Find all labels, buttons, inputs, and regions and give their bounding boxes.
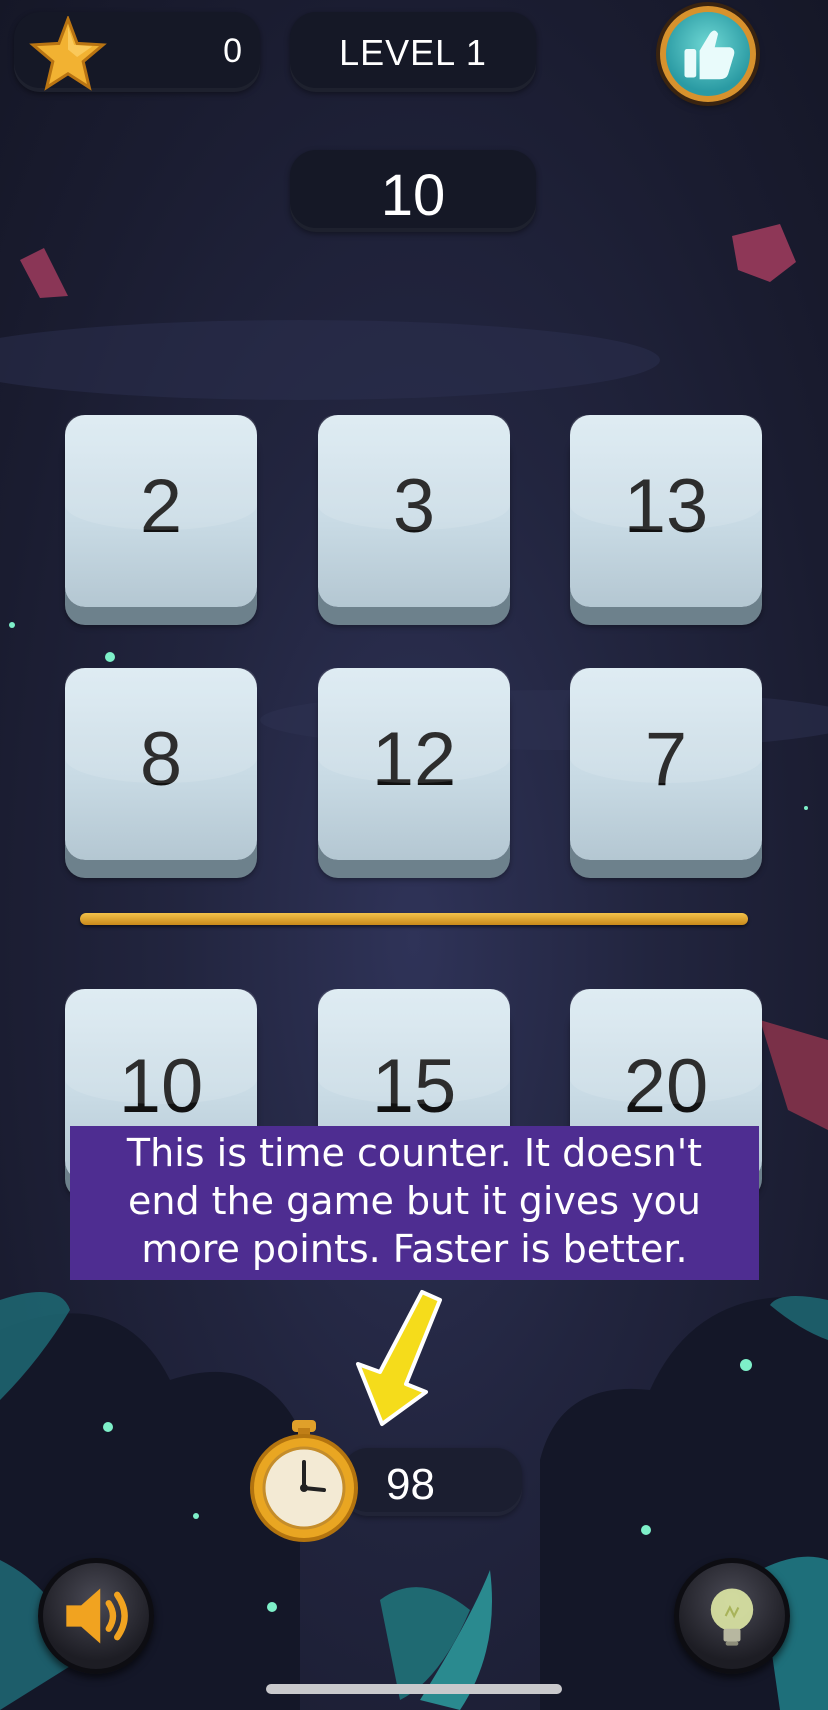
tile-number: 8 [139,717,183,802]
hint-line: end the game but it gives you [128,1179,701,1223]
target-value: 10 [380,163,446,228]
hint-line: This is time counter. It doesn't [126,1131,703,1175]
number-tile[interactable]: 2 [65,415,257,607]
number-tile[interactable]: 13 [570,415,762,607]
target-panel: 10 [290,150,536,232]
level-label: LEVEL 1 [339,32,487,73]
tile-number: 10 [118,1044,204,1129]
tile-number: 12 [371,717,457,802]
home-indicator [266,1684,562,1694]
tutorial-hint: This is time counter. It doesn't end the… [70,1126,759,1280]
speaker-icon [66,1588,128,1644]
score-value: 0 [223,32,242,70]
like-button[interactable] [660,6,756,102]
tile-number: 15 [371,1044,457,1129]
lightbulb-icon [710,1588,754,1646]
thumbs-up-icon [684,30,735,80]
tile-number: 2 [139,464,183,549]
sound-button[interactable] [38,1558,154,1674]
number-tile[interactable]: 3 [318,415,510,607]
tile-number: 7 [644,717,688,802]
star-icon [29,16,107,91]
number-tile[interactable]: 7 [570,668,762,860]
number-tile[interactable]: 12 [318,668,510,860]
tile-number: 20 [623,1044,709,1129]
pointer-arrow-icon [356,1290,442,1426]
tile-number: 3 [392,464,436,549]
stopwatch-icon [250,1420,358,1542]
divider-bar [80,913,748,925]
timer-value: 98 [386,1460,435,1509]
tile-number: 13 [623,464,709,549]
number-tile[interactable]: 8 [65,668,257,860]
level-panel: LEVEL 1 [290,12,536,92]
hint-line: more points. Faster is better. [141,1227,688,1271]
hint-button[interactable] [674,1558,790,1674]
